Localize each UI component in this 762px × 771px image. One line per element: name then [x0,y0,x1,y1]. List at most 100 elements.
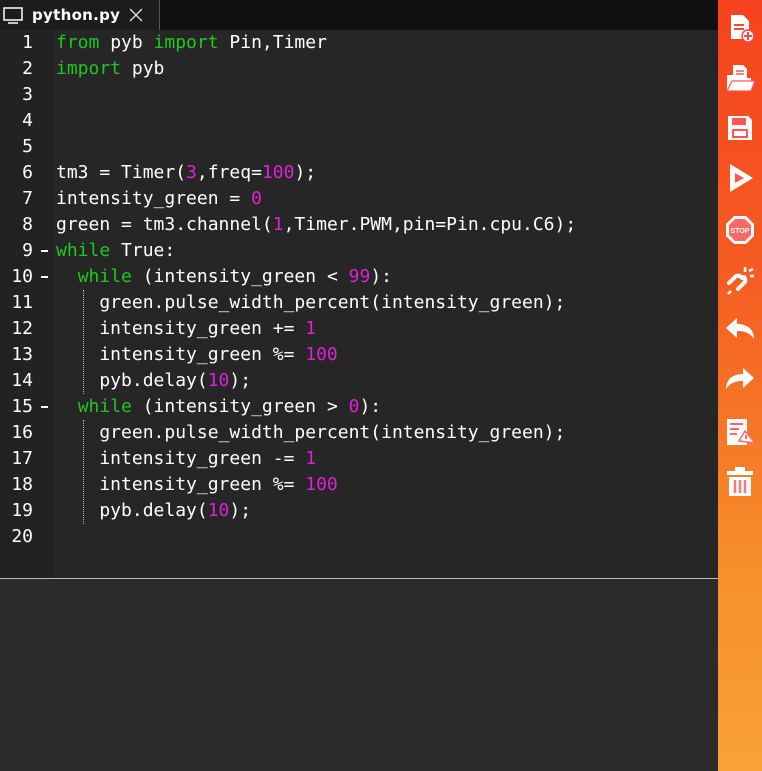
code-token: ); [294,162,317,183]
keyword-token: while [77,396,132,417]
close-icon[interactable] [128,7,144,23]
code-line[interactable]: 15 while (intensity_green > 0): [0,394,718,420]
code-token: pyb.delay( [56,370,208,391]
code-text[interactable]: while (intensity_green < 99): [56,264,392,290]
code-line[interactable]: 12 intensity_green += 1 [0,316,718,342]
code-token: True: [110,240,176,261]
line-number: 6 [22,162,33,183]
code-line[interactable]: 16 green.pulse_width_percent(intensity_g… [0,420,718,446]
code-text[interactable]: green.pulse_width_percent(intensity_gree… [56,420,565,446]
indent-guide [83,290,84,394]
clear-output-icon [727,419,757,445]
code-text[interactable]: intensity_green += 1 [56,316,316,342]
code-token: pyb [99,32,154,53]
code-token: ); [229,500,252,521]
clear-output-button[interactable] [722,412,758,452]
code-token: Pin,Timer [218,32,327,53]
code-text[interactable]: intensity_green = 0 [56,186,262,212]
line-number: 16 [11,422,33,443]
stop-icon-label: STOP [731,228,750,235]
code-token: (intensity_green < [131,266,349,287]
code-line[interactable]: 18 intensity_green %= 100 [0,472,718,498]
line-number: 20 [11,526,33,547]
code-text[interactable]: from pyb import Pin,Timer [56,30,327,56]
disconnect-button[interactable] [722,260,758,300]
run-button[interactable] [722,158,758,198]
save-button[interactable] [722,108,758,148]
new-file-button[interactable] [722,8,758,48]
code-line[interactable]: 3 [0,82,718,108]
code-token: ); [229,370,252,391]
line-number: 19 [11,500,33,521]
code-text[interactable]: import pyb [56,56,164,82]
stop-button[interactable]: STOP [722,210,758,250]
fold-toggle-icon[interactable] [41,250,48,252]
fold-toggle-icon[interactable] [41,276,48,278]
keyword-token: while [56,240,111,261]
line-number: 11 [11,292,33,313]
code-text[interactable]: pyb.delay(10); [56,368,251,394]
undo-button[interactable] [722,310,758,350]
code-token: pyb.delay( [56,500,208,521]
redo-button[interactable] [722,360,758,400]
code-line[interactable]: 5 [0,134,718,160]
line-number: 2 [22,58,33,79]
code-line[interactable]: 7 intensity_green = 0 [0,186,718,212]
number-token: 100 [261,162,295,183]
code-line[interactable]: 2 import pyb [0,56,718,82]
code-text[interactable]: green = tm3.channel(1,Timer.PWM,pin=Pin.… [56,212,576,238]
open-folder-icon [726,65,756,92]
save-icon [728,116,752,140]
code-text[interactable]: pyb.delay(10); [56,498,251,524]
number-token: 10 [207,500,230,521]
code-text[interactable]: while True: [56,238,175,264]
code-token: ,Timer.PWM,pin=Pin.cpu.C6); [283,214,577,235]
line-number: 8 [22,214,33,235]
code-text[interactable]: while (intensity_green > 0): [56,394,381,420]
code-text[interactable]: tm3 = Timer(3,freq=100); [56,160,316,186]
line-number: 10 [11,266,33,287]
code-line[interactable]: 6 tm3 = Timer(3,freq=100); [0,160,718,186]
code-line[interactable]: 14 pyb.delay(10); [0,368,718,394]
code-line[interactable]: 13 intensity_green %= 100 [0,342,718,368]
undo-icon [726,318,754,339]
code-line[interactable]: 17 intensity_green -= 1 [0,446,718,472]
code-token: tm3 = Timer( [56,162,187,183]
code-line[interactable]: 4 [0,108,718,134]
code-text[interactable]: intensity_green -= 1 [56,446,316,472]
delete-button[interactable] [722,462,758,502]
output-panel[interactable] [0,579,718,771]
open-file-button[interactable] [722,58,758,98]
number-token: 1 [272,214,284,235]
code-line[interactable]: 19 pyb.delay(10); [0,498,718,524]
line-number: 14 [11,370,33,391]
monitor-icon [3,7,23,24]
line-number: 12 [11,318,33,339]
code-token: (intensity_green > [131,396,349,417]
tab-python-file[interactable]: python.py [0,0,160,30]
line-number: 15 [11,396,33,417]
run-icon [730,164,753,192]
code-text[interactable]: green.pulse_width_percent(intensity_gree… [56,290,565,316]
fold-toggle-icon[interactable] [41,406,48,408]
code-text[interactable]: intensity_green %= 100 [56,472,338,498]
code-text[interactable]: intensity_green %= 100 [56,342,337,368]
code-editor[interactable]: 1 from pyb import Pin,Timer 2 import pyb 3 4 5… [0,30,718,578]
code-line[interactable]: 20 [0,524,718,550]
number-token: 99 [348,266,371,287]
number-token: 100 [305,474,338,495]
line-number: 4 [22,110,33,131]
code-line[interactable]: 1 from pyb import Pin,Timer [0,30,718,56]
number-token: 0 [251,188,262,209]
code-token: ): [370,266,392,287]
code-token: intensity_green -= [56,448,306,469]
code-line[interactable]: 11 green.pulse_width_percent(intensity_g… [0,290,718,316]
code-line[interactable]: 10 while (intensity_green < 99): [0,264,718,290]
number-token: 10 [207,370,230,391]
new-file-icon [731,15,755,43]
delete-icon [727,467,753,496]
number-token: 1 [305,448,317,469]
code-line[interactable]: 8 green = tm3.channel(1,Timer.PWM,pin=Pin… [0,212,718,238]
code-line[interactable]: 9 while True: [0,238,718,264]
